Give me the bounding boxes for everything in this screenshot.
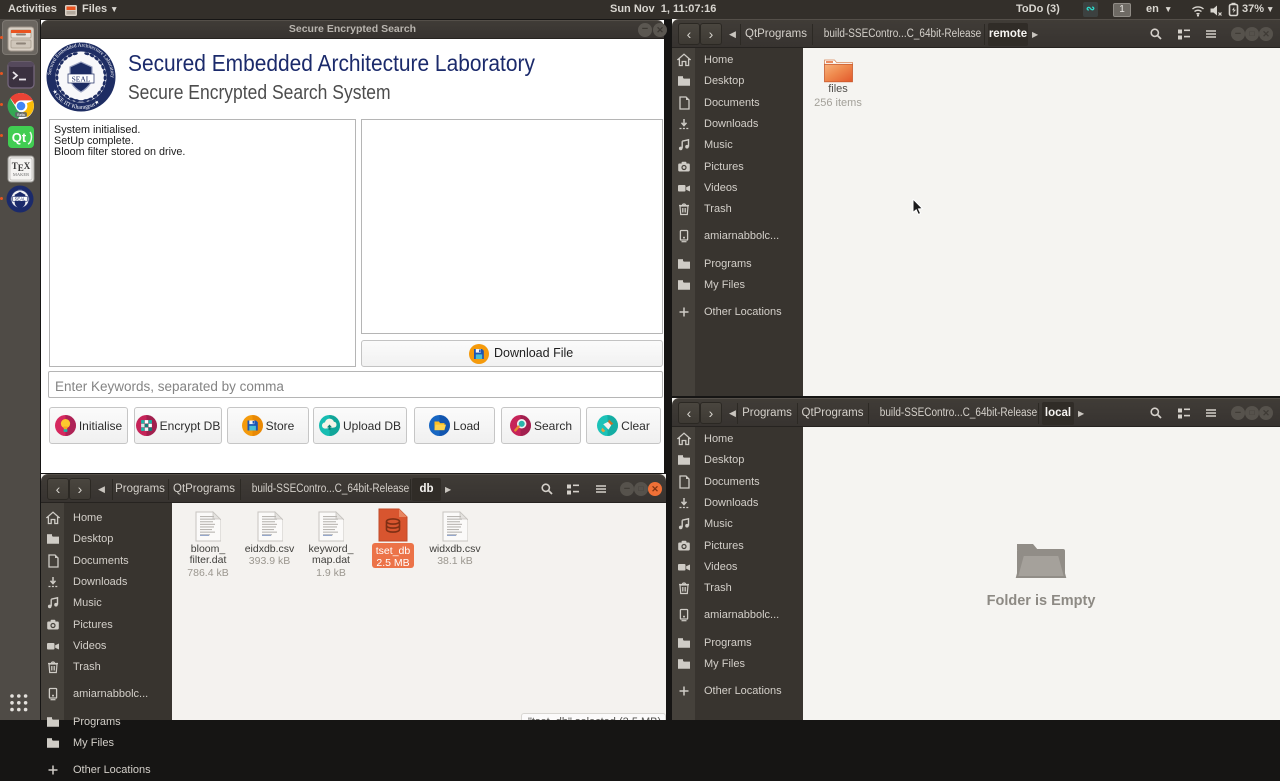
svg-text:MAKER: MAKER: [13, 172, 29, 177]
svg-text:SEAL: SEAL: [15, 196, 26, 201]
svg-text:Qt: Qt: [12, 130, 27, 145]
svg-text:SEAL: SEAL: [72, 75, 91, 84]
svg-text:Beta: Beta: [17, 113, 24, 117]
